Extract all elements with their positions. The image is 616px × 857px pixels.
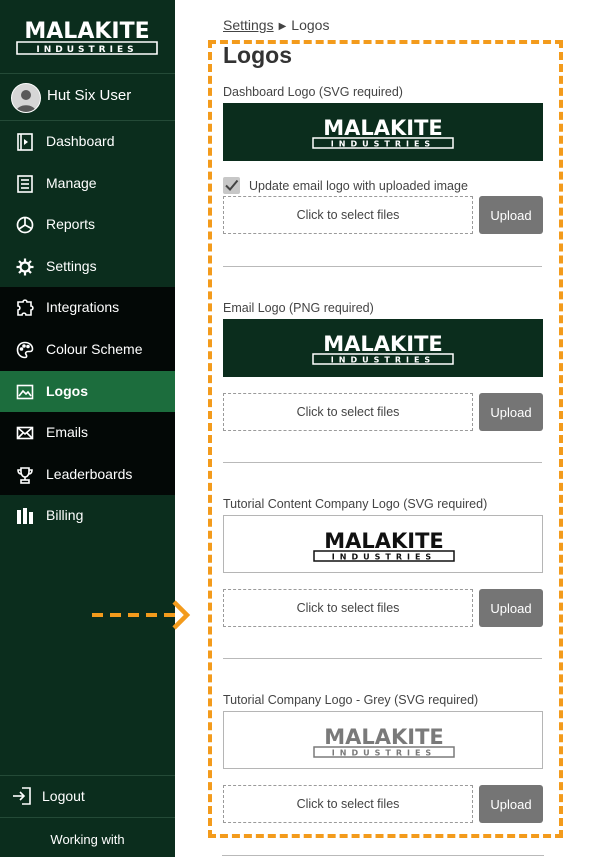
pie-chart-icon: [15, 215, 35, 235]
working-with-label: Working with: [50, 832, 125, 847]
sidebar-item-colour-scheme[interactable]: Colour Scheme: [0, 328, 175, 371]
envelope-icon: [15, 423, 35, 443]
divider: [0, 817, 175, 818]
sidebar-item-label: Billing: [46, 507, 84, 524]
sidebar-item-label: Logos: [46, 382, 88, 399]
logout-label: Logout: [42, 788, 85, 804]
sidebar-item-label: Dashboard: [46, 133, 115, 149]
logout-button[interactable]: Logout: [0, 776, 175, 816]
svg-text:INDUSTRIES: INDUSTRIES: [36, 45, 137, 55]
sidebar-item-integrations[interactable]: Integrations: [0, 287, 175, 329]
sidebar-nav: Dashboard Manage Reports Settings Integr…: [0, 121, 175, 537]
sidebar-item-logos[interactable]: Logos: [0, 370, 175, 413]
svg-text:MALAKITE: MALAKITE: [24, 19, 149, 44]
arrow-right-icon: [92, 600, 191, 630]
highlight-box: [208, 40, 563, 838]
logout-icon: [11, 785, 33, 807]
breadcrumb: Settings ▶ Logos: [223, 17, 329, 33]
palette-icon: [15, 340, 35, 360]
sidebar-item-label: Manage: [46, 174, 97, 191]
list-icon: [15, 174, 35, 194]
breadcrumb-current: Logos: [291, 17, 330, 33]
section-divider: [222, 855, 544, 856]
sidebar-item-dashboard[interactable]: Dashboard: [0, 121, 175, 163]
sidebar-item-emails[interactable]: Emails: [0, 412, 175, 454]
user-profile[interactable]: Hut Six User: [0, 74, 175, 120]
sidebar: MALAKITE INDUSTRIES Hut Six User Dashboa…: [0, 0, 175, 857]
sidebar-item-settings[interactable]: Settings: [0, 246, 175, 288]
sidebar-item-manage[interactable]: Manage: [0, 163, 175, 205]
chevron-right-icon: ▶: [278, 21, 287, 32]
breadcrumb-settings-link[interactable]: Settings: [223, 17, 274, 33]
sidebar-item-label: Integrations: [46, 299, 120, 316]
sidebar-item-leaderboards[interactable]: Leaderboards: [0, 453, 175, 496]
user-name: Hut Six User: [47, 87, 132, 104]
trophy-icon: [15, 465, 35, 485]
avatar: [11, 83, 41, 113]
sidebar-item-billing[interactable]: Billing: [0, 495, 175, 537]
sidebar-item-label: Colour Scheme: [46, 340, 143, 357]
puzzle-icon: [15, 298, 35, 318]
brand-logo[interactable]: MALAKITE INDUSTRIES: [15, 14, 159, 58]
film-icon: [15, 132, 35, 152]
sidebar-item-label: Leaderboards: [46, 465, 133, 482]
sidebar-item-reports[interactable]: Reports: [0, 204, 175, 246]
sidebar-item-label: Emails: [46, 424, 89, 441]
sidebar-item-label: Reports: [46, 216, 96, 233]
sidebar-item-label: Settings: [46, 257, 97, 274]
gear-icon: [15, 257, 35, 277]
billing-icon: [15, 506, 35, 526]
image-icon: [15, 382, 35, 402]
